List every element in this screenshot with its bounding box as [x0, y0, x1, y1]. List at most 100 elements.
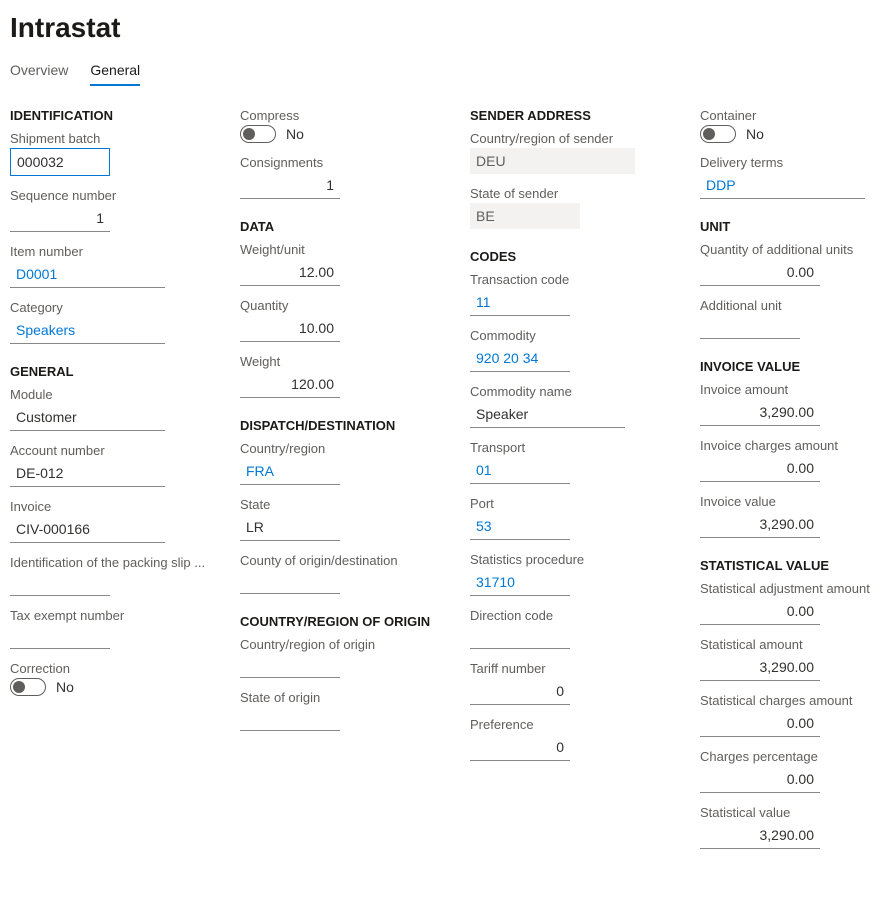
commodity-name-label: Commodity name: [470, 384, 670, 399]
correction-toggle-label: No: [56, 679, 74, 695]
invoice-amount-label: Invoice amount: [700, 382, 891, 397]
shipment-batch-input[interactable]: 000032: [10, 148, 110, 176]
transport-label: Transport: [470, 440, 670, 455]
invoice-input[interactable]: CIV-000166: [10, 516, 165, 543]
invoice-value-input[interactable]: 3,290.00: [700, 511, 820, 538]
section-header-stat-value: STATISTICAL VALUE: [700, 558, 891, 573]
county-input[interactable]: [240, 570, 340, 594]
item-number-input[interactable]: D0001: [10, 261, 165, 288]
stat-amount-input[interactable]: 3,290.00: [700, 654, 820, 681]
module-label: Module: [10, 387, 210, 402]
section-header-country-origin: COUNTRY/REGION OF ORIGIN: [240, 614, 440, 629]
commodity-label: Commodity: [470, 328, 670, 343]
qty-add-units-label: Quantity of additional units: [700, 242, 891, 257]
container-toggle-label: No: [746, 126, 764, 142]
section-header-sender: SENDER ADDRESS: [470, 108, 670, 123]
sender-country-input: DEU: [470, 148, 635, 174]
commodity-name-input[interactable]: Speaker: [470, 401, 625, 428]
sequence-number-label: Sequence number: [10, 188, 210, 203]
account-number-label: Account number: [10, 443, 210, 458]
state-origin-label: State of origin: [240, 690, 440, 705]
section-header-dispatch: DISPATCH/DESTINATION: [240, 418, 440, 433]
direction-code-input[interactable]: [470, 625, 570, 649]
weight-input[interactable]: 120.00: [240, 371, 340, 398]
port-label: Port: [470, 496, 670, 511]
country-origin-label: Country/region of origin: [240, 637, 440, 652]
section-header-identification: IDENTIFICATION: [10, 108, 210, 123]
invoice-label: Invoice: [10, 499, 210, 514]
delivery-terms-label: Delivery terms: [700, 155, 891, 170]
invoice-amount-input[interactable]: 3,290.00: [700, 399, 820, 426]
state-origin-input[interactable]: [240, 707, 340, 731]
invoice-charges-input[interactable]: 0.00: [700, 455, 820, 482]
account-number-input[interactable]: DE-012: [10, 460, 165, 487]
section-header-data: DATA: [240, 219, 440, 234]
column-identification-general: IDENTIFICATION Shipment batch 000032 Seq…: [10, 108, 210, 861]
tab-overview[interactable]: Overview: [10, 58, 68, 86]
state-input[interactable]: LR: [240, 514, 340, 541]
section-header-codes: CODES: [470, 249, 670, 264]
tab-bar: Overview General: [10, 58, 881, 86]
column-unit-values: Container No Delivery terms DDP UNIT Qua…: [700, 108, 891, 861]
correction-label: Correction: [10, 661, 210, 676]
consignments-label: Consignments: [240, 155, 440, 170]
transaction-code-input[interactable]: 11: [470, 289, 570, 316]
country-region-label: Country/region: [240, 441, 440, 456]
sender-country-label: Country/region of sender: [470, 131, 670, 146]
compress-toggle-label: No: [286, 126, 304, 142]
additional-unit-input[interactable]: [700, 315, 800, 339]
shipment-batch-label: Shipment batch: [10, 131, 210, 146]
page-title: Intrastat: [10, 12, 881, 44]
port-input[interactable]: 53: [470, 513, 570, 540]
packing-slip-label: Identification of the packing slip ...: [10, 555, 210, 570]
compress-toggle[interactable]: [240, 125, 276, 143]
tariff-input[interactable]: 0: [470, 678, 570, 705]
section-header-invoice-value: INVOICE VALUE: [700, 359, 891, 374]
quantity-label: Quantity: [240, 298, 440, 313]
sequence-number-input[interactable]: 1: [10, 205, 110, 232]
charges-pct-label: Charges percentage: [700, 749, 891, 764]
direction-code-label: Direction code: [470, 608, 670, 623]
packing-slip-input[interactable]: [10, 572, 110, 596]
stat-proc-label: Statistics procedure: [470, 552, 670, 567]
module-input[interactable]: Customer: [10, 404, 165, 431]
section-header-general: GENERAL: [10, 364, 210, 379]
charges-pct-input[interactable]: 0.00: [700, 766, 820, 793]
country-region-input[interactable]: FRA: [240, 458, 340, 485]
weight-unit-label: Weight/unit: [240, 242, 440, 257]
preference-input[interactable]: 0: [470, 734, 570, 761]
container-label: Container: [700, 108, 891, 123]
invoice-charges-label: Invoice charges amount: [700, 438, 891, 453]
stat-charges-input[interactable]: 0.00: [700, 710, 820, 737]
stat-adj-input[interactable]: 0.00: [700, 598, 820, 625]
delivery-terms-input[interactable]: DDP: [700, 172, 865, 199]
weight-unit-input[interactable]: 12.00: [240, 259, 340, 286]
state-label: State: [240, 497, 440, 512]
tax-exempt-label: Tax exempt number: [10, 608, 210, 623]
stat-value-input[interactable]: 3,290.00: [700, 822, 820, 849]
consignments-input[interactable]: 1: [240, 172, 340, 199]
stat-charges-label: Statistical charges amount: [700, 693, 891, 708]
tab-general[interactable]: General: [90, 58, 140, 86]
section-header-unit: UNIT: [700, 219, 891, 234]
country-origin-input[interactable]: [240, 654, 340, 678]
category-label: Category: [10, 300, 210, 315]
column-data-dispatch: Compress No Consignments 1 DATA Weight/u…: [240, 108, 440, 861]
quantity-input[interactable]: 10.00: [240, 315, 340, 342]
container-toggle[interactable]: [700, 125, 736, 143]
sender-state-label: State of sender: [470, 186, 670, 201]
tariff-label: Tariff number: [470, 661, 670, 676]
correction-toggle[interactable]: [10, 678, 46, 696]
category-input[interactable]: Speakers: [10, 317, 165, 344]
stat-proc-input[interactable]: 31710: [470, 569, 570, 596]
stat-amount-label: Statistical amount: [700, 637, 891, 652]
column-sender-codes: SENDER ADDRESS Country/region of sender …: [470, 108, 670, 861]
sender-state-input: BE: [470, 203, 580, 229]
qty-add-units-input[interactable]: 0.00: [700, 259, 820, 286]
commodity-input[interactable]: 920 20 34: [470, 345, 570, 372]
transaction-code-label: Transaction code: [470, 272, 670, 287]
transport-input[interactable]: 01: [470, 457, 570, 484]
weight-label: Weight: [240, 354, 440, 369]
county-label: County of origin/destination: [240, 553, 440, 568]
tax-exempt-input[interactable]: [10, 625, 110, 649]
